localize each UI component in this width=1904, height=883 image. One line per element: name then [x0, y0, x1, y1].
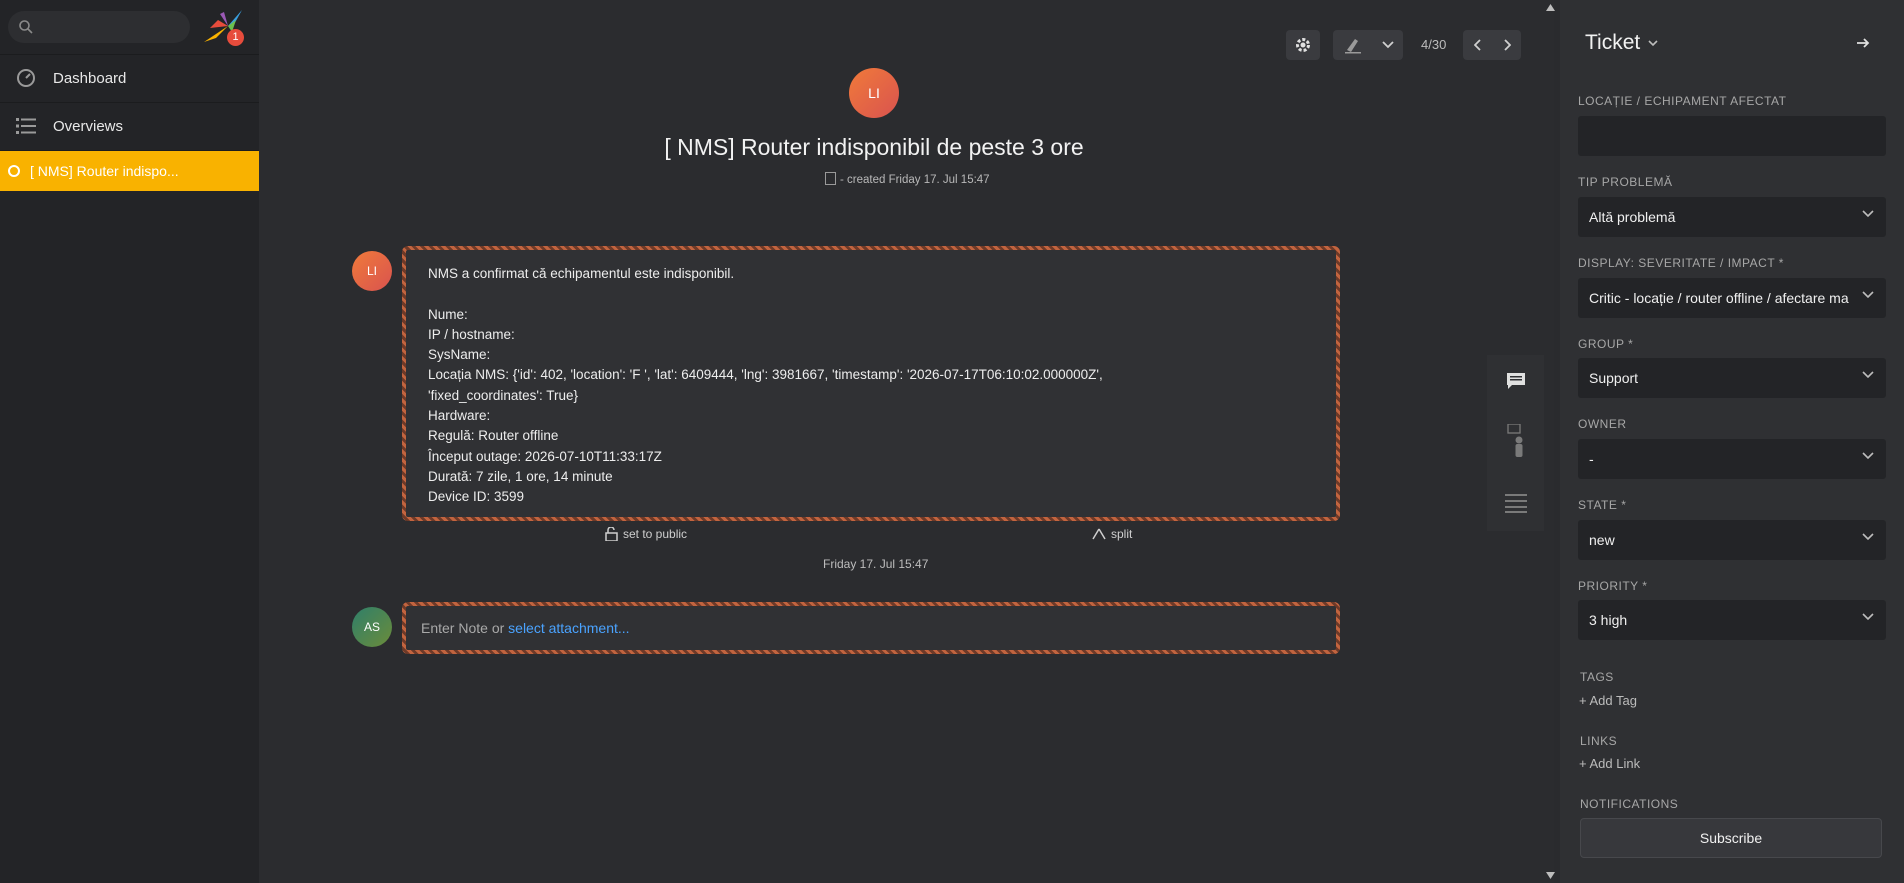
priority-select[interactable]: 3 high — [1578, 600, 1886, 640]
owner-select[interactable]: - — [1578, 439, 1886, 479]
field-label-location: LOCAȚIE / ECHIPAMENT AFECTAT — [1578, 94, 1787, 108]
group-value: Support — [1589, 370, 1639, 386]
person-icon — [1506, 424, 1522, 457]
sidebar-title-text: Ticket — [1585, 31, 1641, 54]
split-icon — [1092, 528, 1106, 540]
location-field[interactable] — [1578, 116, 1886, 156]
chevron-down-icon — [1862, 533, 1874, 541]
note-placeholder: Enter Note or select attachment... — [421, 620, 630, 636]
left-navigation: 1 Dashboard Overviews [ NMS] Router indi… — [0, 0, 259, 883]
field-label-group: GROUP * — [1578, 337, 1634, 351]
field-label-state: STATE * — [1578, 498, 1627, 512]
highlighter-icon — [1344, 39, 1361, 54]
set-to-public-label: set to public — [623, 527, 688, 541]
article-author-avatar[interactable]: LI — [352, 251, 392, 291]
state-value: new — [1589, 532, 1615, 548]
select-attachment-link[interactable]: select attachment... — [508, 620, 629, 636]
nav-item-label: Dashboard — [53, 69, 127, 87]
note-placeholder-text: Enter Note or — [421, 620, 509, 636]
gear-icon — [1296, 38, 1310, 52]
field-label-owner: OWNER — [1578, 417, 1627, 431]
ticket-navigation — [1463, 30, 1521, 60]
chevron-down-icon — [1862, 291, 1874, 299]
chevron-down-icon — [1381, 41, 1394, 49]
field-label-priority: PRIORITY * — [1578, 579, 1648, 593]
ticket-created: - created Friday 17. Jul 15:47 — [825, 172, 990, 186]
scroll-up-icon[interactable] — [1546, 4, 1555, 11]
nav-item-label: [ NMS] Router indispo... — [30, 163, 179, 179]
severity-value: Critic - locație / router offline / afec… — [1589, 290, 1849, 306]
customer-avatar[interactable]: LI — [849, 68, 899, 118]
search-icon — [19, 20, 33, 34]
note-input[interactable]: Enter Note or select attachment... — [402, 602, 1340, 654]
chevron-down-icon — [1862, 613, 1874, 621]
tab-customer[interactable] — [1487, 415, 1544, 467]
ticket-status-icon — [8, 165, 20, 177]
chevron-down-icon — [1862, 210, 1874, 218]
split-label: split — [1111, 527, 1133, 541]
problem-type-value: Altă problemă — [1589, 209, 1676, 225]
article-bubble: NMS a confirmat că echipamentul este ind… — [402, 246, 1340, 521]
tab-organization[interactable] — [1487, 477, 1544, 529]
state-select[interactable]: new — [1578, 520, 1886, 560]
settings-button[interactable] — [1286, 30, 1320, 60]
priority-value: 3 high — [1589, 612, 1628, 628]
severity-select[interactable]: Critic - locație / router offline / afec… — [1578, 278, 1886, 318]
add-link-link[interactable]: + Add Link — [1579, 756, 1640, 771]
macro-button[interactable] — [1333, 30, 1403, 60]
main-scrollbar[interactable] — [1546, 0, 1555, 883]
tags-label: TAGS — [1580, 670, 1614, 684]
chat-icon — [1506, 373, 1525, 389]
chevron-left-icon[interactable] — [1473, 39, 1482, 51]
nav-item-dashboard[interactable]: Dashboard — [0, 55, 259, 101]
article-date: Friday 17. Jul 15:47 — [823, 557, 929, 571]
collapse-sidebar-icon[interactable] — [1856, 36, 1870, 50]
copy-icon[interactable] — [825, 172, 836, 185]
nav-item-open-ticket[interactable]: [ NMS] Router indispo... — [0, 151, 259, 191]
sidebar-tabs — [1487, 355, 1544, 531]
ticket-title[interactable]: [ NMS] Router indisponibil de peste 3 or… — [559, 134, 1189, 161]
links-label: LINKS — [1580, 734, 1618, 748]
ticket-pager: 4/30 — [1421, 37, 1447, 52]
notifications-label: NOTIFICATIONS — [1580, 797, 1679, 811]
chevron-down-icon — [1862, 452, 1874, 460]
sidebar-title[interactable]: Ticket — [1585, 31, 1658, 55]
chevron-down-icon — [1648, 39, 1658, 46]
split-action[interactable]: split — [1092, 527, 1132, 541]
subscribe-button[interactable]: Subscribe — [1580, 818, 1882, 858]
list-icon — [15, 115, 37, 137]
article-body: NMS a confirmat că echipamentul este ind… — [428, 266, 1103, 505]
add-tag-link[interactable]: + Add Tag — [1579, 693, 1637, 708]
problem-type-select[interactable]: Altă problemă — [1578, 197, 1886, 237]
dashboard-icon — [15, 67, 37, 89]
notification-badge[interactable]: 1 — [227, 29, 244, 46]
agent-avatar[interactable]: AS — [352, 607, 392, 647]
search-input[interactable] — [8, 11, 190, 43]
field-label-severity: DISPLAY: SEVERITATE / IMPACT * — [1578, 256, 1784, 270]
tab-ticket[interactable] — [1487, 355, 1544, 407]
nav-item-label: Overviews — [53, 117, 124, 135]
list-details-icon — [1504, 494, 1527, 513]
owner-value: - — [1589, 451, 1594, 467]
scroll-down-icon[interactable] — [1546, 872, 1555, 879]
nav-item-overviews[interactable]: Overviews — [0, 103, 259, 149]
group-select[interactable]: Support — [1578, 358, 1886, 398]
chevron-right-icon[interactable] — [1503, 39, 1511, 51]
unlock-icon — [605, 527, 618, 541]
chevron-down-icon — [1862, 371, 1874, 379]
created-text: - created Friday 17. Jul 15:47 — [840, 174, 990, 186]
field-label-problem-type: TIP PROBLEMĂ — [1578, 175, 1673, 189]
set-to-public-action[interactable]: set to public — [605, 527, 687, 541]
